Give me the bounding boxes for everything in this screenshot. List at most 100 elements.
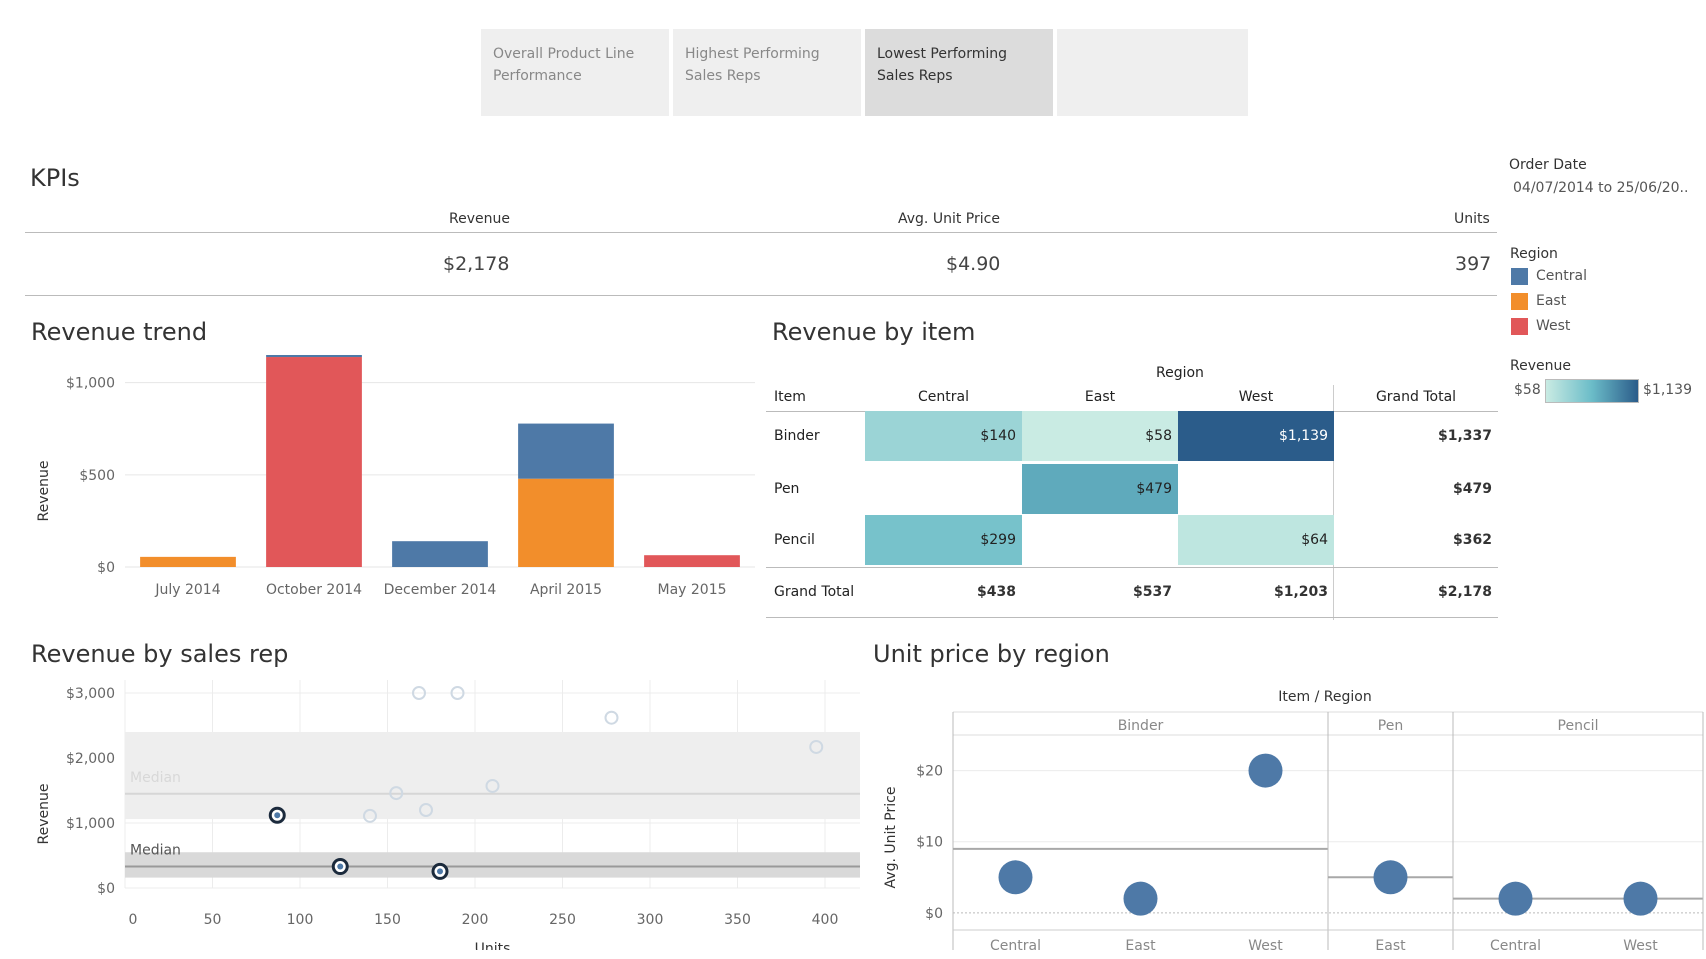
- heatmap-cell: [865, 464, 1022, 514]
- x-tick-label: 100: [287, 912, 314, 928]
- y-tick-label: $0: [97, 881, 115, 897]
- row-label: Binder: [774, 428, 820, 444]
- heatmap-cell: [1178, 464, 1334, 514]
- kpi-revenue-value: $2,178: [443, 253, 510, 275]
- kpi-units-label: Units: [1454, 211, 1490, 227]
- revenue-by-item-table: Region Item Central East West Grand Total Bind…: [766, 365, 1498, 620]
- scatter-point-core: [437, 868, 443, 875]
- kpi-units-value: 397: [1455, 253, 1492, 275]
- x-tick-label: West: [1248, 938, 1283, 950]
- legend-swatch-central[interactable]: [1511, 268, 1528, 285]
- x-tick-label: 250: [549, 912, 576, 928]
- price-point-central: [1498, 881, 1533, 916]
- heatmap-cell: [1022, 515, 1178, 565]
- region-legend-title: Region: [1510, 246, 1558, 262]
- bar-segment-central: [266, 355, 362, 358]
- pane-header: Binder: [1118, 718, 1164, 734]
- order-date-label: Order Date: [1509, 157, 1587, 173]
- x-tick-label: Central: [990, 938, 1041, 950]
- x-tick-label: 350: [724, 912, 751, 928]
- x-tick-label: April 2015: [530, 582, 602, 598]
- x-tick-label: 300: [637, 912, 664, 928]
- row-label: Pencil: [774, 532, 815, 548]
- order-date-filter[interactable]: 04/07/2014 to 25/06/20..: [1513, 180, 1688, 196]
- column-grand-total: $1,203: [1273, 584, 1328, 600]
- column-grand-total: $438: [977, 584, 1016, 600]
- tab-overall-product-line[interactable]: Overall Product Line Performance: [481, 29, 669, 116]
- x-tick-label: 50: [204, 912, 222, 928]
- kpis-title: KPIs: [30, 164, 80, 192]
- tab-label: Performance: [493, 68, 582, 84]
- x-tick-label: December 2014: [384, 582, 497, 598]
- item-header: Item: [774, 389, 806, 405]
- chart-header: Item / Region: [1278, 689, 1371, 705]
- tab-label: Sales Reps: [877, 68, 953, 84]
- median-label: Median: [130, 770, 181, 786]
- column-grand-total: $2,178: [1437, 584, 1492, 600]
- tab-empty[interactable]: [1057, 29, 1248, 116]
- x-tick-label: 0: [129, 912, 138, 928]
- column-grand-total: $537: [1133, 584, 1172, 600]
- x-tick-label: West: [1623, 938, 1658, 950]
- kpi-divider: [25, 232, 1497, 233]
- unit-price-title: Unit price by region: [873, 640, 1110, 668]
- legend-label-east[interactable]: East: [1536, 293, 1566, 309]
- y-axis-label: Revenue: [36, 461, 52, 522]
- price-point-west: [1248, 753, 1283, 788]
- heatmap-cell: $1,139: [1178, 411, 1334, 461]
- y-tick-label: $20: [916, 764, 943, 780]
- price-point-west: [1623, 881, 1658, 916]
- x-tick-label: 400: [812, 912, 839, 928]
- bar-segment-east: [518, 478, 614, 567]
- tab-label: Lowest Performing: [877, 46, 1008, 62]
- scatter-point-core: [274, 812, 281, 819]
- price-point-east: [1373, 860, 1408, 895]
- y-tick-label: $3,000: [66, 686, 115, 702]
- pane-header: Pencil: [1558, 718, 1599, 734]
- x-tick-label: October 2014: [266, 582, 362, 598]
- heatmap-cell: $299: [865, 515, 1022, 565]
- revenue-legend-min: $58: [1514, 382, 1541, 398]
- revenue-legend-title: Revenue: [1510, 358, 1571, 374]
- bar-segment-east: [140, 556, 236, 567]
- row-grand-total: $1,337: [1437, 428, 1492, 444]
- kpi-price-label: Avg. Unit Price: [898, 211, 1000, 227]
- median-label: Median: [130, 843, 181, 859]
- legend-swatch-east[interactable]: [1511, 293, 1528, 310]
- row-label: Pen: [774, 481, 800, 497]
- y-tick-label: $1,000: [66, 816, 115, 832]
- x-tick-label: East: [1375, 938, 1406, 950]
- revenue-by-item-title: Revenue by item: [772, 318, 976, 346]
- revenue-by-rep-title: Revenue by sales rep: [31, 640, 289, 668]
- pane-header: Pen: [1378, 718, 1403, 734]
- column-header: Central: [918, 389, 969, 405]
- y-tick-label: $500: [79, 468, 115, 484]
- heatmap-cell: $140: [865, 411, 1022, 461]
- unit-price-chart: Item / Region Avg. Unit Price $0 $10 $20 Bind…: [883, 689, 1704, 950]
- grand-total-label: Grand Total: [774, 584, 855, 600]
- kpi-revenue-label: Revenue: [449, 211, 510, 227]
- table-divider: [766, 617, 1498, 618]
- y-tick-label: $0: [97, 560, 115, 576]
- y-axis-label: Revenue: [36, 784, 52, 845]
- row-grand-total: $362: [1453, 532, 1492, 548]
- scatter-point-faded: [604, 710, 619, 725]
- tab-label: Overall Product Line: [493, 46, 635, 62]
- tab-highest-performing[interactable]: Highest Performing Sales Reps: [673, 29, 861, 116]
- x-tick-label: 150: [374, 912, 401, 928]
- kpi-bottom-divider: [25, 295, 1497, 296]
- column-header: Grand Total: [1375, 389, 1457, 405]
- legend-swatch-west[interactable]: [1511, 318, 1528, 335]
- legend-label-west[interactable]: West: [1536, 318, 1570, 334]
- legend-label-central[interactable]: Central: [1536, 268, 1587, 284]
- region-header: Region: [1156, 365, 1204, 381]
- bar-segment-west: [644, 555, 740, 567]
- revenue-color-ramp: [1545, 379, 1639, 403]
- bar-segment-central: [392, 541, 488, 567]
- heatmap-cell: $64: [1178, 515, 1334, 565]
- x-tick-label: East: [1125, 938, 1156, 950]
- x-tick-label: Central: [1490, 938, 1541, 950]
- tab-lowest-performing[interactable]: Lowest Performing Sales Reps: [865, 29, 1053, 116]
- heatmap-cell: $479: [1022, 464, 1178, 514]
- bar-segment-west: [266, 357, 362, 567]
